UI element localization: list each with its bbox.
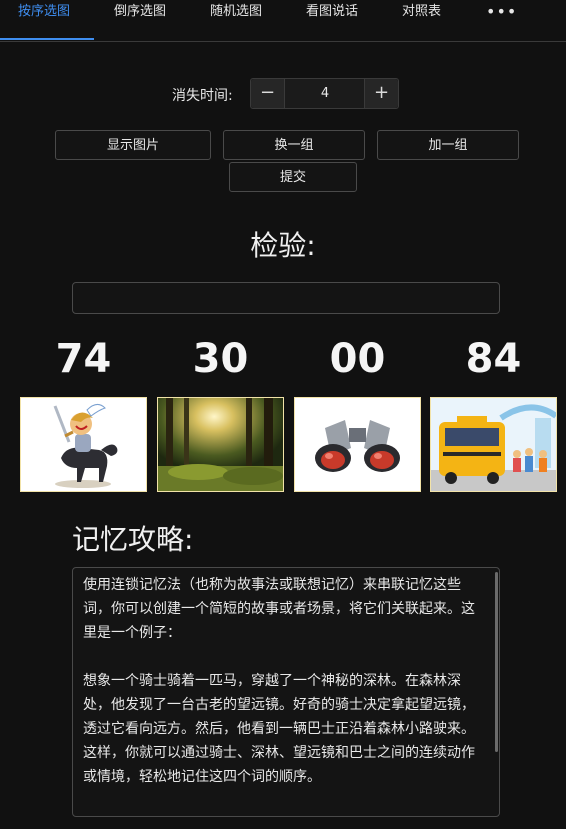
decrement-button[interactable]: − xyxy=(251,79,285,108)
show-images-button[interactable]: 显示图片 xyxy=(55,130,211,160)
disappear-time-input[interactable]: 4 xyxy=(285,79,365,108)
strategy-title: 记忆攻略: xyxy=(72,523,194,556)
binoculars-image[interactable] xyxy=(294,397,421,492)
number-1: 74 xyxy=(55,336,112,382)
change-group-button[interactable]: 换一组 xyxy=(223,130,365,160)
scrollbar[interactable] xyxy=(495,572,498,752)
tab-picture-talk[interactable]: 看图说话 xyxy=(306,0,358,40)
disappear-time-label: 消失时间: xyxy=(172,88,233,104)
increment-button[interactable]: + xyxy=(364,79,398,108)
more-icon[interactable]: ••• xyxy=(486,2,517,21)
number-4: 84 xyxy=(465,336,522,382)
tab-sequential[interactable]: 按序选图 xyxy=(18,0,70,40)
tab-lookup-table[interactable]: 对照表 xyxy=(402,0,441,40)
tab-random[interactable]: 随机选图 xyxy=(210,0,262,40)
number-2: 30 xyxy=(192,336,249,382)
strategy-textarea[interactable]: 使用连锁记忆法（也称为故事法或联想记忆）来串联记忆这些词，你可以创建一个简短的故… xyxy=(72,567,500,817)
knight-image[interactable] xyxy=(20,397,147,492)
tab-bar: 按序选图 倒序选图 随机选图 看图说话 对照表 ••• xyxy=(0,0,566,42)
number-3: 00 xyxy=(329,336,386,382)
tab-reverse[interactable]: 倒序选图 xyxy=(114,0,166,40)
add-group-button[interactable]: 加一组 xyxy=(377,130,519,160)
active-tab-indicator xyxy=(0,38,94,40)
check-input[interactable] xyxy=(72,282,500,314)
school-bus-image[interactable] xyxy=(430,397,557,492)
submit-button[interactable]: 提交 xyxy=(229,162,357,192)
check-title: 检验: xyxy=(250,229,316,262)
forest-image[interactable] xyxy=(157,397,284,492)
disappear-time-stepper: − 4 + xyxy=(250,78,399,109)
